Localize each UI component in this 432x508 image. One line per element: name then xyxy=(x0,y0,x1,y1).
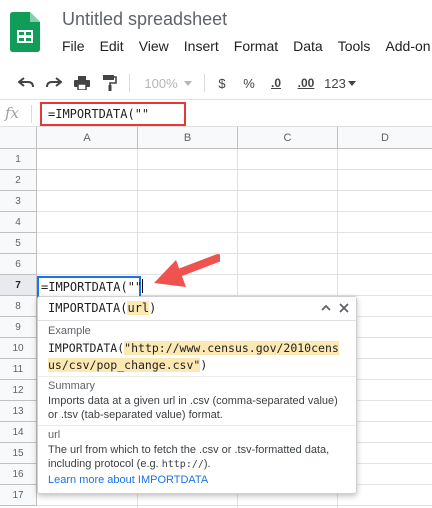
grid-line xyxy=(37,505,432,506)
decrease-decimal-button[interactable]: .0 xyxy=(264,66,288,100)
document-title[interactable]: Untitled spreadsheet xyxy=(62,9,227,30)
redo-icon xyxy=(46,77,62,88)
formula-bar: fx =IMPORTDATA("" xyxy=(0,101,432,127)
grid-line xyxy=(37,232,432,233)
currency-format-button[interactable]: $ xyxy=(212,66,232,100)
menu-file[interactable]: File xyxy=(62,38,85,54)
chevron-down-icon xyxy=(347,80,356,86)
toolbar-divider xyxy=(204,74,205,92)
menu-tools[interactable]: Tools xyxy=(338,38,371,54)
menu-bar: File Edit View Insert Format Data Tools … xyxy=(62,38,432,54)
zoom-value: 100% xyxy=(144,75,178,91)
function-help-header: IMPORTDATA(url) xyxy=(38,297,356,321)
undo-button[interactable] xyxy=(14,66,38,100)
cell-editor-text: =IMPORTDATA("" xyxy=(41,280,143,294)
menu-data[interactable]: Data xyxy=(293,38,323,54)
row-header-14[interactable]: 14 xyxy=(0,422,37,443)
row-header-7[interactable]: 7 xyxy=(0,275,37,296)
function-help-popup: IMPORTDATA(url) Example IMPORTDATA("http… xyxy=(37,296,357,494)
row-header-11[interactable]: 11 xyxy=(0,359,37,380)
close-icon[interactable] xyxy=(337,301,351,315)
print-button[interactable] xyxy=(70,66,94,100)
row-header-6[interactable]: 6 xyxy=(0,254,37,275)
row-header-2[interactable]: 2 xyxy=(0,170,37,191)
param-name: url xyxy=(48,429,61,441)
row-header-9[interactable]: 9 xyxy=(0,317,37,338)
param-description: The url from which to fetch the .csv or … xyxy=(48,444,330,470)
print-icon xyxy=(74,76,90,90)
row-header-10[interactable]: 10 xyxy=(0,338,37,359)
row-header-13[interactable]: 13 xyxy=(0,401,37,422)
example-label: Example xyxy=(48,325,91,337)
row-header-3[interactable]: 3 xyxy=(0,191,37,212)
currency-label: $ xyxy=(218,75,226,91)
grid-line xyxy=(37,190,432,191)
decrease-decimal-label: .0 xyxy=(270,76,281,90)
summary-label: Summary xyxy=(48,380,96,392)
column-header-d[interactable]: D xyxy=(338,127,432,149)
row-header-17[interactable]: 17 xyxy=(0,485,37,506)
redo-button[interactable] xyxy=(42,66,66,100)
column-header-a[interactable]: A xyxy=(37,127,138,149)
formula-bar-divider xyxy=(31,105,32,123)
app-header: Untitled spreadsheet File Edit View Inse… xyxy=(0,0,432,66)
example-formula: IMPORTDATA("http://www.census.gov/2010ce… xyxy=(48,341,339,372)
paint-format-icon xyxy=(103,75,117,91)
grid-line xyxy=(37,211,432,212)
grid-line xyxy=(37,169,432,170)
column-header-c[interactable]: C xyxy=(238,127,338,149)
percent-format-button[interactable]: % xyxy=(238,66,260,100)
chevron-down-icon xyxy=(183,80,192,86)
row-header-8[interactable]: 8 xyxy=(0,296,37,317)
menu-addons[interactable]: Add-on xyxy=(385,38,430,54)
summary-text: Imports data at a given url in .csv (com… xyxy=(48,395,338,421)
menu-insert[interactable]: Insert xyxy=(184,38,219,54)
active-cell-a7[interactable]: =IMPORTDATA("" xyxy=(37,276,144,298)
function-signature: IMPORTDATA(url) xyxy=(48,301,157,315)
formula-input[interactable]: =IMPORTDATA("" xyxy=(40,102,186,126)
toolbar: 100% $ % .0 .00 123 xyxy=(0,66,432,100)
fx-icon: fx xyxy=(5,104,20,122)
menu-edit[interactable]: Edit xyxy=(100,38,124,54)
grid-line xyxy=(37,253,432,254)
row-header-15[interactable]: 15 xyxy=(0,443,37,464)
undo-icon xyxy=(18,77,34,88)
divider xyxy=(38,425,356,426)
red-arrow-annotation-icon xyxy=(154,254,220,287)
row-header-16[interactable]: 16 xyxy=(0,464,37,485)
row-header-12[interactable]: 12 xyxy=(0,380,37,401)
row-header-5[interactable]: 5 xyxy=(0,233,37,254)
menu-view[interactable]: View xyxy=(139,38,169,54)
text-caret xyxy=(142,279,144,293)
learn-more-link[interactable]: Learn more about IMPORTDATA xyxy=(48,474,208,486)
divider xyxy=(38,376,356,377)
grid-line xyxy=(37,274,432,275)
row-header-1[interactable]: 1 xyxy=(0,149,37,170)
toolbar-divider xyxy=(129,74,130,92)
chevron-up-icon[interactable] xyxy=(319,301,333,315)
menu-format[interactable]: Format xyxy=(234,38,278,54)
column-header-b[interactable]: B xyxy=(138,127,238,149)
zoom-select[interactable]: 100% xyxy=(140,66,196,100)
sheets-logo-icon[interactable] xyxy=(10,12,40,52)
more-formats-button[interactable]: 123 xyxy=(322,66,358,100)
more-formats-label: 123 xyxy=(324,75,346,91)
increase-decimal-label: .00 xyxy=(297,76,315,90)
paint-format-button[interactable] xyxy=(98,66,122,100)
select-all-corner[interactable] xyxy=(0,127,37,149)
row-header-4[interactable]: 4 xyxy=(0,212,37,233)
percent-label: % xyxy=(243,75,255,91)
increase-decimal-button[interactable]: .00 xyxy=(292,66,320,100)
